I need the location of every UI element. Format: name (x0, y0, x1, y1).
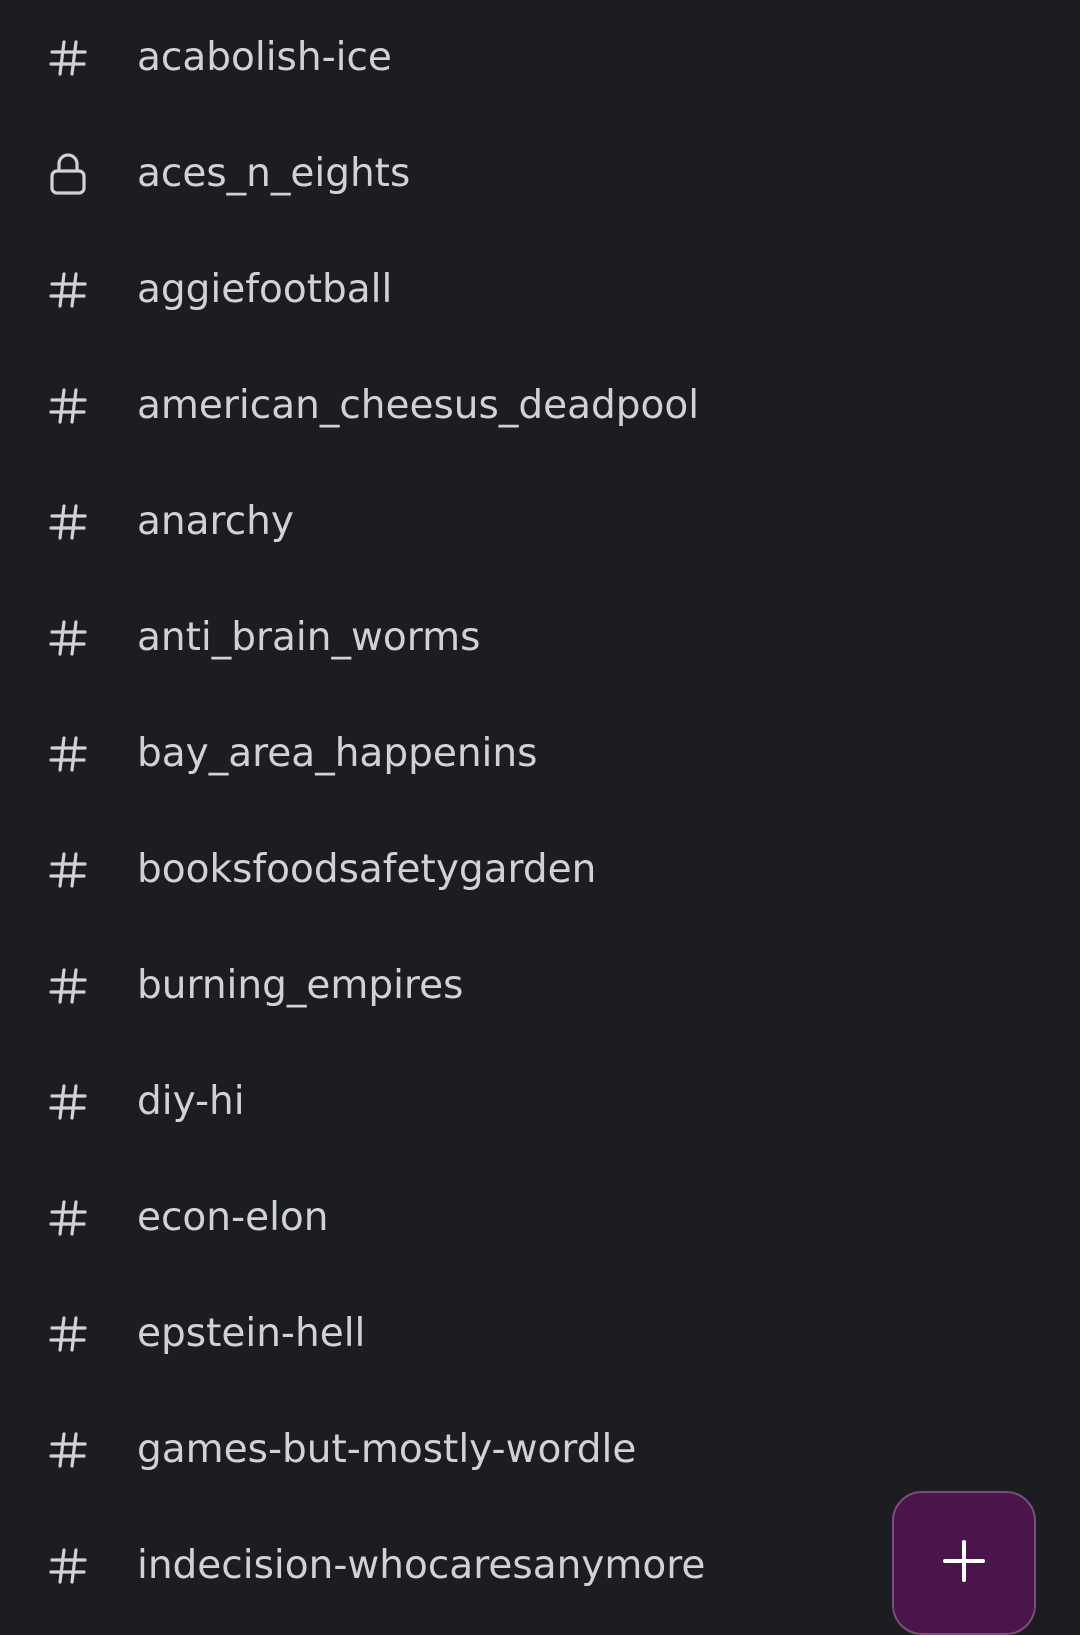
channel-item[interactable]: aggiefootball (0, 232, 1080, 348)
hash-icon (44, 382, 92, 430)
channel-name: aggiefootball (137, 267, 393, 312)
channel-name: booksfoodsafetygarden (137, 847, 597, 892)
channel-item[interactable]: anti_brain_worms (0, 580, 1080, 696)
lock-icon (44, 150, 92, 198)
channel-name: american_cheesus_deadpool (137, 383, 700, 428)
channel-name: bay_area_happenins (137, 731, 538, 776)
channel-item[interactable]: american_cheesus_deadpool (0, 348, 1080, 464)
add-channel-button[interactable] (892, 1491, 1036, 1635)
channel-name: econ-elon (137, 1195, 329, 1240)
hash-icon (44, 498, 92, 546)
channel-item[interactable]: acabolish-ice (0, 0, 1080, 116)
channel-item[interactable]: diy-hi (0, 1044, 1080, 1160)
plus-icon (942, 1539, 986, 1587)
hash-icon (44, 34, 92, 82)
hash-icon (44, 266, 92, 314)
hash-icon (44, 846, 92, 894)
channel-item[interactable]: burning_empires (0, 928, 1080, 1044)
channel-name: games-but-mostly-wordle (137, 1427, 637, 1472)
channel-item[interactable]: econ-elon (0, 1160, 1080, 1276)
channel-item[interactable]: anarchy (0, 464, 1080, 580)
channel-name: epstein-hell (137, 1311, 366, 1356)
channel-item[interactable]: bay_area_happenins (0, 696, 1080, 812)
channel-item[interactable]: epstein-hell (0, 1276, 1080, 1392)
channel-name: aces_n_eights (137, 151, 411, 196)
channel-item[interactable]: booksfoodsafetygarden (0, 812, 1080, 928)
channel-name: diy-hi (137, 1079, 245, 1124)
hash-icon (44, 1078, 92, 1126)
hash-icon (44, 1310, 92, 1358)
hash-icon (44, 1194, 92, 1242)
hash-icon (44, 730, 92, 778)
hash-icon (44, 614, 92, 662)
channel-item[interactable]: aces_n_eights (0, 116, 1080, 232)
channel-name: acabolish-ice (137, 35, 392, 80)
hash-icon (44, 1542, 92, 1590)
hash-icon (44, 1426, 92, 1474)
channel-name: anti_brain_worms (137, 615, 481, 660)
channel-list: acabolish-ice aces_n_eights aggiefootbal… (0, 0, 1080, 1631)
channel-name: indecision-whocaresanymore (137, 1543, 706, 1588)
channel-name: anarchy (137, 499, 294, 544)
hash-icon (44, 962, 92, 1010)
channel-name: burning_empires (137, 963, 464, 1008)
